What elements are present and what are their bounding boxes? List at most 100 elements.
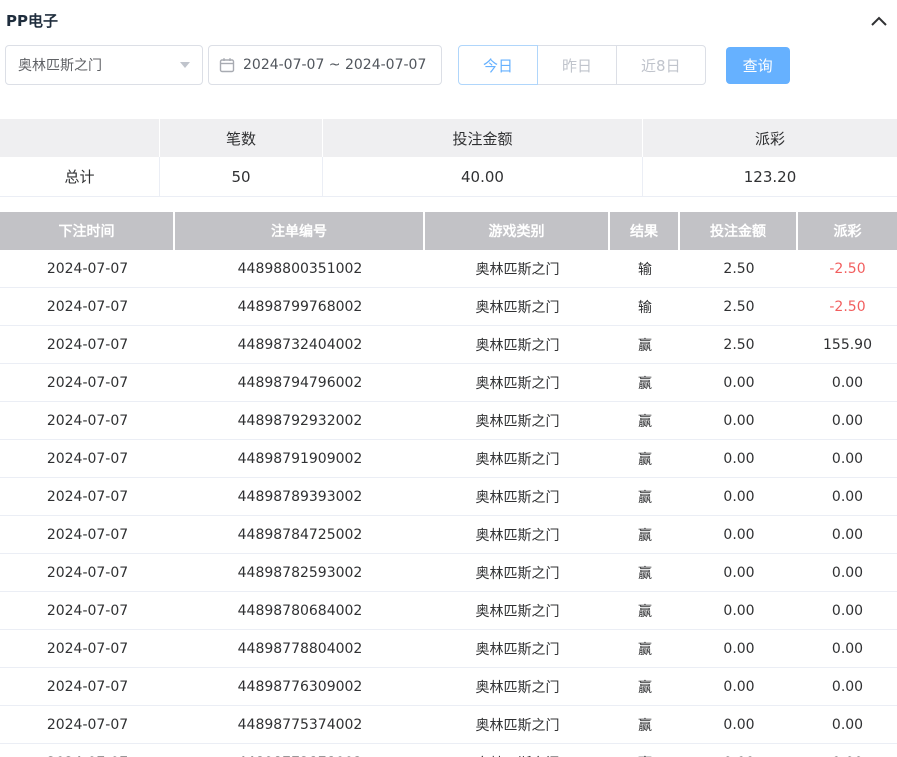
game-select[interactable]: 奥林匹斯之门 [5, 45, 203, 85]
table-row: 2024-07-0744898732404002奥林匹斯之门赢2.50155.9… [0, 326, 897, 364]
cell-game-type: 奥林匹斯之门 [425, 516, 610, 553]
cell-bet-time: 2024-07-07 [0, 250, 175, 287]
cell-bet-amount: 0.00 [680, 516, 798, 553]
cell-result: 赢 [610, 326, 680, 363]
summary-total-bet-amount: 40.00 [323, 157, 643, 196]
cell-game-type: 奥林匹斯之门 [425, 326, 610, 363]
cell-result: 赢 [610, 478, 680, 515]
cell-bet-amount: 0.00 [680, 402, 798, 439]
cell-bet-amount: 0.00 [680, 478, 798, 515]
cell-payout: 0.00 [798, 706, 897, 743]
cell-bet-amount: 0.00 [680, 706, 798, 743]
cell-bet-time: 2024-07-07 [0, 668, 175, 705]
cell-payout: -2.50 [798, 288, 897, 325]
cell-bet-amount: 0.00 [680, 364, 798, 401]
date-range-input[interactable]: 2024-07-07 ~ 2024-07-07 [208, 45, 442, 85]
cell-game-type: 奥林匹斯之门 [425, 288, 610, 325]
cell-order-no: 44898789393002 [175, 478, 425, 515]
calendar-icon [219, 57, 235, 73]
cell-order-no: 44898775374002 [175, 706, 425, 743]
cell-order-no: 44898776309002 [175, 668, 425, 705]
cell-bet-amount: 0.00 [680, 554, 798, 591]
chevron-down-icon [180, 62, 190, 68]
summary-header-row: 笔数 投注金额 派彩 [0, 119, 897, 157]
cell-result: 赢 [610, 402, 680, 439]
table-row: 2024-07-0744898789393002奥林匹斯之门赢0.000.00 [0, 478, 897, 516]
cell-order-no: 44898799768002 [175, 288, 425, 325]
cell-bet-time: 2024-07-07 [0, 326, 175, 363]
chevron-up-icon [871, 16, 887, 26]
header-bet-time: 下注时间 [0, 212, 175, 250]
cell-bet-amount: 0.00 [680, 630, 798, 667]
cell-bet-time: 2024-07-07 [0, 478, 175, 515]
summary-total-payout: 123.20 [643, 157, 897, 196]
cell-bet-time: 2024-07-07 [0, 706, 175, 743]
table-body: 2024-07-0744898800351002奥林匹斯之门输2.50-2.50… [0, 250, 897, 757]
cell-payout: 0.00 [798, 592, 897, 629]
cell-result: 赢 [610, 592, 680, 629]
cell-payout: 155.90 [798, 326, 897, 363]
cell-result: 赢 [610, 516, 680, 553]
yesterday-button[interactable]: 昨日 [537, 45, 617, 85]
cell-result: 赢 [610, 744, 680, 757]
header-payout: 派彩 [798, 212, 897, 250]
cell-bet-time: 2024-07-07 [0, 554, 175, 591]
summary-header-empty [0, 119, 160, 157]
cell-game-type: 奥林匹斯之门 [425, 592, 610, 629]
cell-payout: 0.00 [798, 630, 897, 667]
cell-result: 输 [610, 288, 680, 325]
cell-game-type: 奥林匹斯之门 [425, 554, 610, 591]
summary-total-row: 总计 50 40.00 123.20 [0, 157, 897, 197]
cell-game-type: 奥林匹斯之门 [425, 478, 610, 515]
table-row: 2024-07-0744898775374002奥林匹斯之门赢0.000.00 [0, 706, 897, 744]
cell-order-no: 44898772878002 [175, 744, 425, 757]
cell-game-type: 奥林匹斯之门 [425, 668, 610, 705]
cell-bet-time: 2024-07-07 [0, 402, 175, 439]
cell-payout: 0.00 [798, 402, 897, 439]
cell-result: 赢 [610, 554, 680, 591]
cell-payout: 0.00 [798, 554, 897, 591]
cell-order-no: 44898791909002 [175, 440, 425, 477]
cell-game-type: 奥林匹斯之门 [425, 250, 610, 287]
summary-table: 笔数 投注金额 派彩 总计 50 40.00 123.20 [0, 119, 897, 197]
summary-header-bet-amount: 投注金额 [323, 119, 643, 157]
query-button[interactable]: 查询 [726, 47, 790, 84]
table-row: 2024-07-0744898800351002奥林匹斯之门输2.50-2.50 [0, 250, 897, 288]
today-button[interactable]: 今日 [458, 45, 538, 85]
last-8-days-button[interactable]: 近8日 [616, 45, 706, 85]
table-row: 2024-07-0744898778804002奥林匹斯之门赢0.000.00 [0, 630, 897, 668]
cell-payout: 0.00 [798, 478, 897, 515]
header-order-no: 注单编号 [175, 212, 425, 250]
cell-result: 赢 [610, 440, 680, 477]
cell-bet-time: 2024-07-07 [0, 630, 175, 667]
cell-order-no: 44898778804002 [175, 630, 425, 667]
bet-records-table: 下注时间 注单编号 游戏类别 结果 投注金额 派彩 2024-07-074489… [0, 212, 897, 757]
cell-result: 赢 [610, 706, 680, 743]
table-row: 2024-07-0744898780684002奥林匹斯之门赢0.000.00 [0, 592, 897, 630]
cell-bet-amount: 0.00 [680, 592, 798, 629]
cell-bet-time: 2024-07-07 [0, 288, 175, 325]
cell-result: 赢 [610, 364, 680, 401]
table-row: 2024-07-0744898784725002奥林匹斯之门赢0.000.00 [0, 516, 897, 554]
cell-game-type: 奥林匹斯之门 [425, 744, 610, 757]
cell-order-no: 44898792932002 [175, 402, 425, 439]
collapse-button[interactable] [869, 14, 889, 28]
cell-payout: 0.00 [798, 744, 897, 757]
cell-bet-amount: 2.50 [680, 288, 798, 325]
cell-result: 输 [610, 250, 680, 287]
summary-header-count: 笔数 [160, 119, 323, 157]
cell-game-type: 奥林匹斯之门 [425, 440, 610, 477]
cell-order-no: 44898780684002 [175, 592, 425, 629]
cell-payout: 0.00 [798, 364, 897, 401]
cell-payout: 0.00 [798, 516, 897, 553]
date-range-value: 2024-07-07 ~ 2024-07-07 [243, 57, 426, 73]
summary-total-label: 总计 [0, 157, 160, 196]
table-row: 2024-07-0744898799768002奥林匹斯之门输2.50-2.50 [0, 288, 897, 326]
cell-bet-time: 2024-07-07 [0, 744, 175, 757]
cell-bet-time: 2024-07-07 [0, 592, 175, 629]
cell-bet-amount: 0.00 [680, 668, 798, 705]
cell-order-no: 44898782593002 [175, 554, 425, 591]
cell-order-no: 44898794796002 [175, 364, 425, 401]
cell-order-no: 44898784725002 [175, 516, 425, 553]
cell-bet-amount: 0.00 [680, 440, 798, 477]
